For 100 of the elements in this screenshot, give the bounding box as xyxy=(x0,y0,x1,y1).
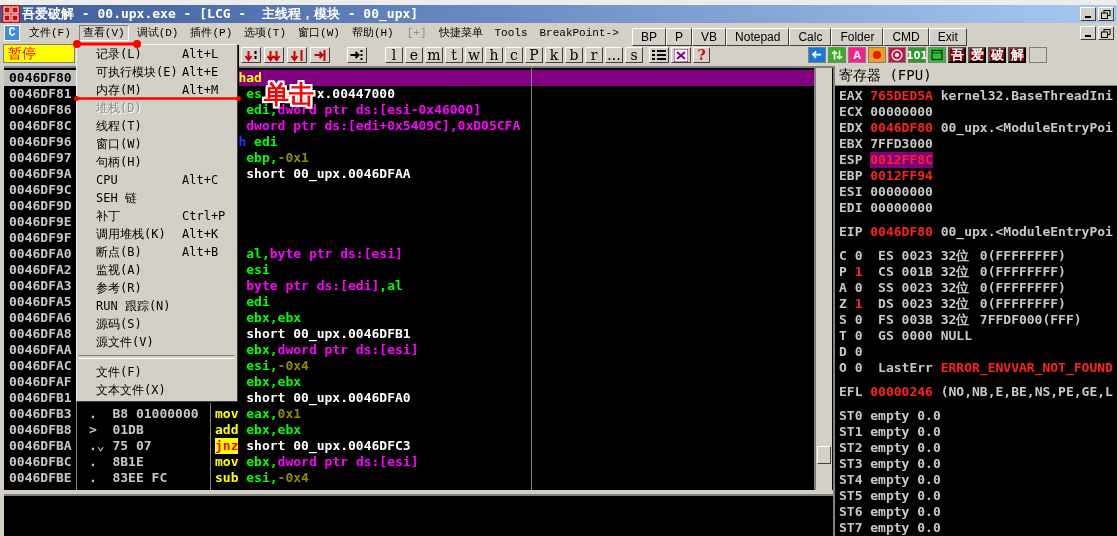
mnemonic: had xyxy=(238,70,262,86)
window-button[interactable]: b xyxy=(565,47,583,63)
window-button[interactable]: P xyxy=(525,47,543,63)
window-icon[interactable] xyxy=(928,47,946,63)
flag-name: S xyxy=(839,312,848,328)
menu-item[interactable]: 窗口(W) xyxy=(294,25,344,41)
address-cell: 0046DF80 xyxy=(4,70,76,86)
dropdown-menu-item[interactable]: SEH 链 xyxy=(77,189,237,207)
plugin-button[interactable]: A xyxy=(848,47,866,63)
quick-launch-button[interactable]: VB xyxy=(692,28,727,46)
menu-item[interactable]: 帮助(H) xyxy=(347,25,398,41)
dropdown-menu-item[interactable]: 源码(S) xyxy=(77,315,237,333)
fpu-value: 0.0 xyxy=(917,408,941,424)
dropdown-menu-item[interactable]: 源文件(V) xyxy=(77,333,237,351)
restore-button[interactable] xyxy=(1098,7,1114,21)
annotation-line xyxy=(73,40,141,48)
dropdown-menu-item[interactable]: 句柄(H) xyxy=(77,153,237,171)
list-icon[interactable] xyxy=(649,47,669,63)
quick-launch-button[interactable]: BP xyxy=(632,28,666,46)
quick-launch-button[interactable]: CMD xyxy=(883,28,929,46)
dropdown-menu-item[interactable]: 线程(T) xyxy=(77,117,237,135)
operand-text: ebx,ebx xyxy=(246,374,302,390)
plugin-button[interactable]: 吾 xyxy=(948,47,966,63)
menu-item[interactable]: 插件(P) xyxy=(186,25,237,41)
dropdown-menu-item[interactable]: 窗口(W) xyxy=(77,135,237,153)
scrollbar[interactable] xyxy=(815,68,832,490)
goto-icon[interactable] xyxy=(347,47,367,63)
dropdown-menu-item[interactable]: 可执行模块(E) Alt+E xyxy=(77,63,237,81)
plugin-button[interactable]: 破 xyxy=(988,47,1006,63)
address-cell-text: 0046DF9F xyxy=(8,230,73,246)
restore-button[interactable] xyxy=(1098,26,1114,40)
step-down-icon[interactable] xyxy=(287,47,307,63)
dropdown-menu-item[interactable]: 参考(R) xyxy=(77,279,237,297)
mnemonic: mov xyxy=(215,454,239,470)
flag-name: T xyxy=(839,328,848,344)
operand-text: ebp,-0x1 xyxy=(246,150,309,166)
help-button[interactable]: ? xyxy=(693,47,710,63)
menu-item[interactable]: BreakPoint-> xyxy=(535,25,623,41)
step-over-icon[interactable] xyxy=(264,47,284,63)
plugin-button[interactable]: 爱 xyxy=(968,47,986,63)
window-button[interactable]: s xyxy=(625,47,643,63)
quick-launch-button[interactable]: P xyxy=(666,28,693,46)
quick-launch-button[interactable]: Exit xyxy=(928,28,967,46)
dropdown-menu-item[interactable]: 文件(F) xyxy=(77,363,237,381)
fpu-register-name: ST1 xyxy=(839,424,864,440)
swap-arrows-icon[interactable] xyxy=(828,47,846,63)
window-button[interactable]: l xyxy=(385,47,403,63)
dropdown-menu-item[interactable]: 调用堆栈(K) Alt+K xyxy=(77,225,237,243)
flag-value: 0 xyxy=(854,360,864,376)
menu-item[interactable]: 选项(T) xyxy=(240,25,291,41)
menu-item[interactable]: Tools xyxy=(490,25,532,41)
dropdown-menu-item[interactable]: RUN 跟踪(N) xyxy=(77,297,237,315)
target-icon[interactable] xyxy=(888,47,906,63)
dropdown-menu-item[interactable]: 内存(M) Alt+M xyxy=(77,81,237,99)
dropdown-menu-item[interactable]: 补丁 Ctrl+P xyxy=(77,207,237,225)
register-name: ESP xyxy=(839,152,864,168)
window-button[interactable]: m xyxy=(425,47,443,63)
operand-text: short 00_upx.0046DFAA xyxy=(246,166,411,182)
fpu-register-name: ST5 xyxy=(839,488,864,504)
quick-launch-button[interactable]: Notepad xyxy=(726,28,790,46)
minimize-button[interactable] xyxy=(1080,7,1096,21)
window-button[interactable]: h xyxy=(485,47,503,63)
fpu-register-name: ST6 xyxy=(839,504,864,520)
register-name: EAX xyxy=(839,88,864,104)
register-name: EDI xyxy=(839,200,864,216)
segment-selector: 0000 xyxy=(901,328,934,344)
dropdown-menu-item[interactable]: 文本文件(X) xyxy=(77,381,237,399)
minimize-button[interactable] xyxy=(1080,26,1096,40)
menu-item[interactable]: 文件(F) xyxy=(25,25,75,41)
register-name: EFL xyxy=(839,384,864,400)
window-button[interactable]: e xyxy=(405,47,423,63)
grid-icon[interactable] xyxy=(671,47,691,63)
mnemonic: h xyxy=(238,134,247,150)
window-button[interactable]: w xyxy=(465,47,483,63)
plugin-button[interactable]: 解 xyxy=(1008,47,1026,63)
fpu-tag: empty xyxy=(870,520,918,536)
menu-item[interactable]: 快捷菜单 xyxy=(434,25,487,41)
menu-item[interactable]: 调试(D) xyxy=(132,25,183,41)
address-cell-text: 0046DFAC xyxy=(8,358,73,374)
window-button[interactable]: t xyxy=(445,47,463,63)
window-button[interactable]: k xyxy=(545,47,563,63)
empty-button[interactable] xyxy=(1029,47,1047,63)
register-value: 00000246 xyxy=(870,384,933,400)
window-button[interactable]: ... xyxy=(605,47,623,63)
quick-launch-button[interactable]: Calc xyxy=(789,28,832,46)
step-into-icon[interactable] xyxy=(241,47,261,63)
register-name: ESI xyxy=(839,184,864,200)
address-cell-text: 0046DF9D xyxy=(8,198,73,214)
address-cell-text: 0046DF86 xyxy=(8,102,73,118)
dropdown-menu-item[interactable]: 监视(A) xyxy=(77,261,237,279)
segment-selector: 0023 xyxy=(901,280,934,296)
window-button[interactable]: c xyxy=(505,47,523,63)
fpu-value: 0.0 xyxy=(917,440,941,456)
window-button[interactable]: r xyxy=(585,47,603,63)
menu-item[interactable]: 查看(V) xyxy=(78,25,129,41)
dropdown-menu-item[interactable]: 断点(B) Alt+B xyxy=(77,243,237,261)
dropdown-menu-item[interactable]: CPU Alt+C xyxy=(77,171,237,189)
dropdown-menu-item[interactable]: 记录(L) Alt+L xyxy=(77,45,237,63)
quick-launch-button[interactable]: Folder xyxy=(831,28,884,46)
return-icon[interactable] xyxy=(310,47,330,63)
